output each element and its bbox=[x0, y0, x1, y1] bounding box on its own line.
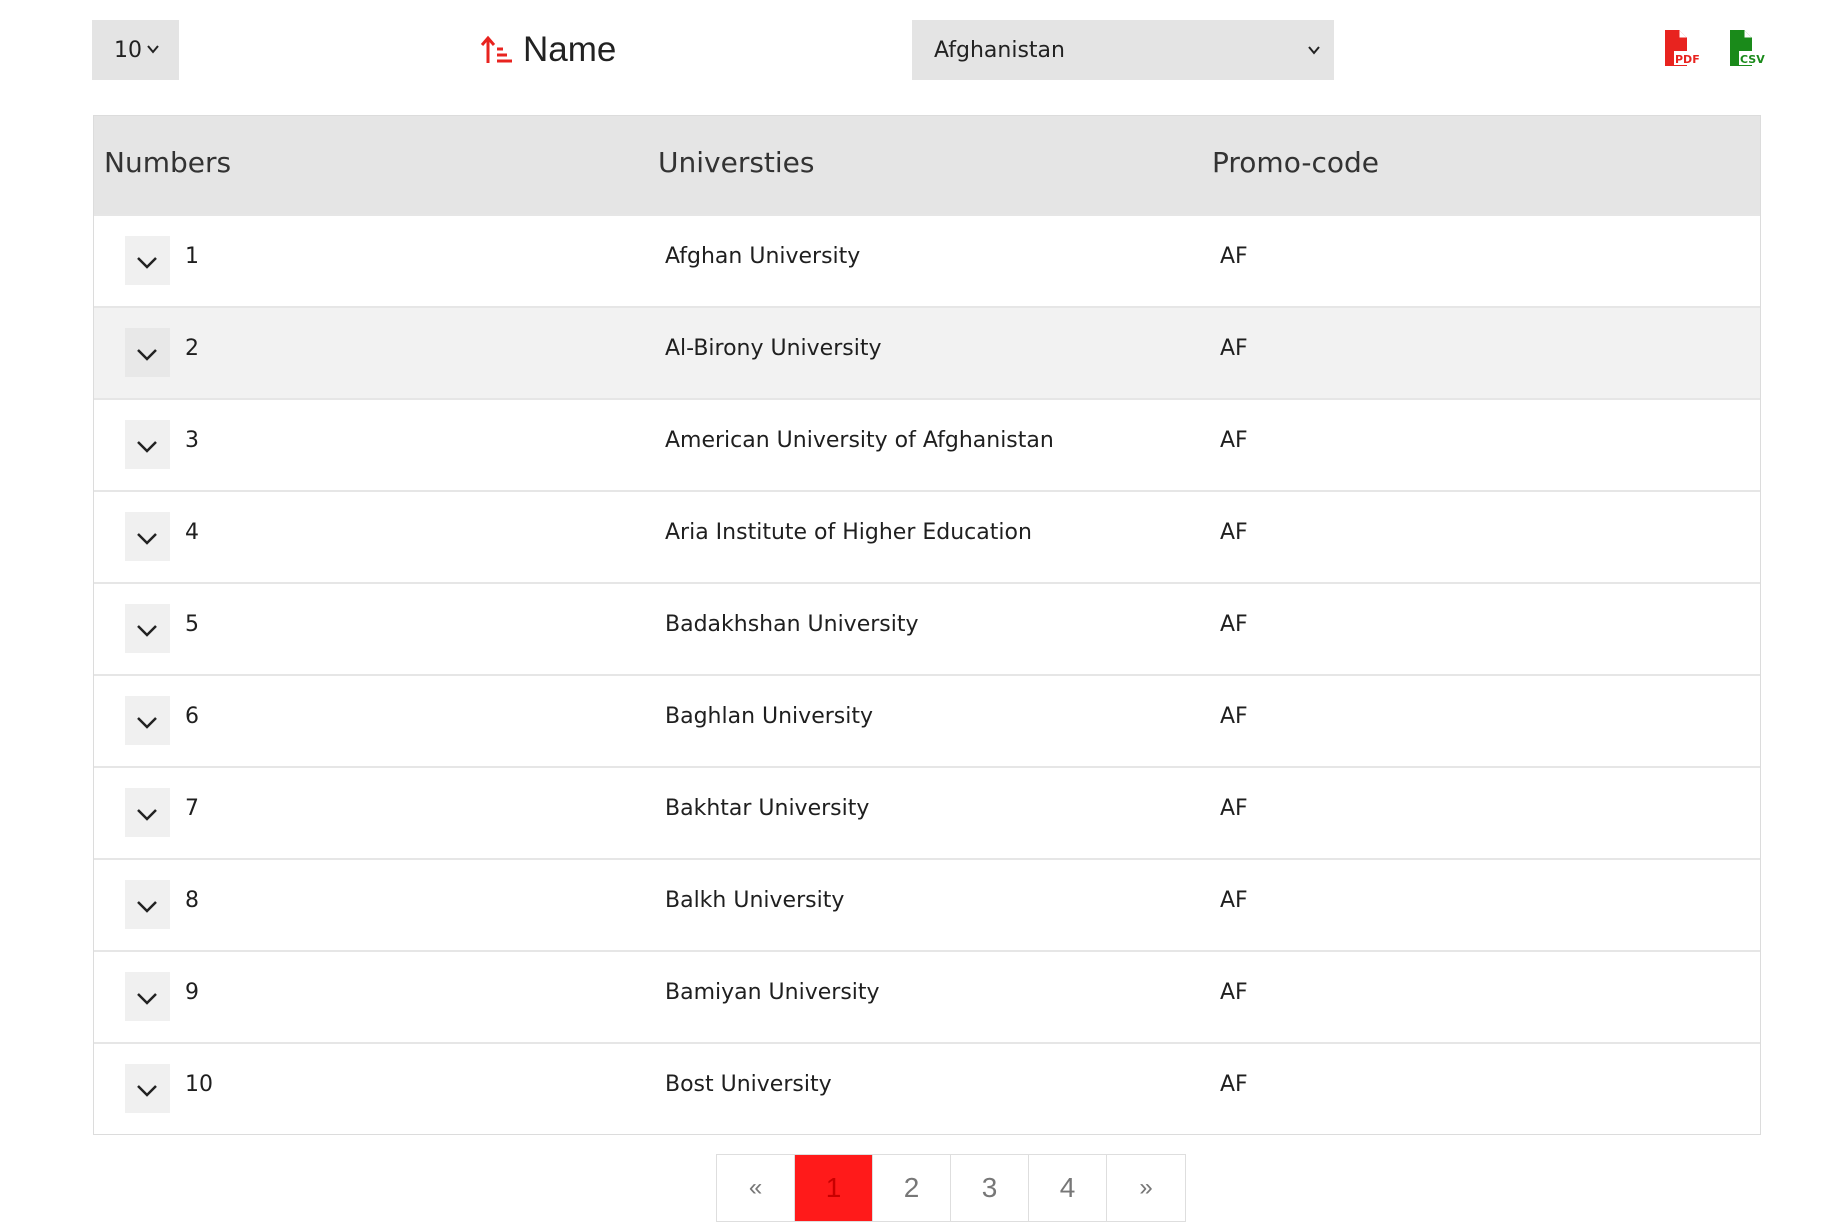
pagination-page-2[interactable]: 2 bbox=[873, 1155, 951, 1221]
table-row: 3 American University of Afghanistan AF bbox=[94, 398, 1760, 490]
chevron-down-icon bbox=[1308, 46, 1320, 55]
pdf-icon-label: PDF bbox=[1675, 53, 1700, 66]
column-header-universities[interactable]: Universties bbox=[658, 146, 815, 179]
chevron-down-icon bbox=[137, 809, 157, 821]
chevron-down-icon bbox=[137, 993, 157, 1005]
table-row: 8 Balkh University AF bbox=[94, 858, 1760, 950]
row-number: 7 bbox=[185, 796, 199, 821]
csv-file-icon: CSV bbox=[1730, 30, 1766, 66]
pagination-prev-button[interactable]: « bbox=[717, 1155, 795, 1221]
export-pdf-button[interactable]: PDF bbox=[1661, 28, 1701, 68]
promo-code: AF bbox=[1220, 520, 1248, 545]
expand-row-button[interactable] bbox=[125, 512, 170, 561]
expand-row-button[interactable] bbox=[125, 696, 170, 745]
expand-row-button[interactable] bbox=[125, 328, 170, 377]
pagination-page-3[interactable]: 3 bbox=[951, 1155, 1029, 1221]
expand-row-button[interactable] bbox=[125, 420, 170, 469]
export-csv-button[interactable]: CSV bbox=[1726, 28, 1766, 68]
university-name: Balkh University bbox=[665, 888, 845, 913]
pdf-file-icon: PDF bbox=[1665, 30, 1701, 66]
row-number: 2 bbox=[185, 336, 199, 361]
university-name: Badakhshan University bbox=[665, 612, 919, 637]
chevron-down-icon bbox=[137, 349, 157, 361]
chevron-down-icon bbox=[137, 257, 157, 269]
university-name: Bamiyan University bbox=[665, 980, 880, 1005]
column-header-promo-code[interactable]: Promo-code bbox=[1212, 146, 1379, 179]
university-name: American University of Afghanistan bbox=[665, 428, 1054, 453]
pagination-page-1[interactable]: 1 bbox=[795, 1155, 873, 1221]
chevron-down-icon bbox=[147, 45, 159, 54]
expand-row-button[interactable] bbox=[125, 880, 170, 929]
table-row: 2 Al-Birony University AF bbox=[94, 306, 1760, 398]
chevron-down-icon bbox=[137, 441, 157, 453]
row-number: 3 bbox=[185, 428, 199, 453]
university-name: Al-Birony University bbox=[665, 336, 882, 361]
chevron-down-icon bbox=[137, 717, 157, 729]
promo-code: AF bbox=[1220, 796, 1248, 821]
promo-code: AF bbox=[1220, 704, 1248, 729]
promo-code: AF bbox=[1220, 336, 1248, 361]
table-row: 4 Aria Institute of Higher Education AF bbox=[94, 490, 1760, 582]
table-row: 9 Bamiyan University AF bbox=[94, 950, 1760, 1042]
university-name: Aria Institute of Higher Education bbox=[665, 520, 1032, 545]
promo-code: AF bbox=[1220, 888, 1248, 913]
table-row: 7 Bakhtar University AF bbox=[94, 766, 1760, 858]
table-row: 1 Afghan University AF bbox=[94, 214, 1760, 306]
row-number: 9 bbox=[185, 980, 199, 1005]
university-name: Baghlan University bbox=[665, 704, 873, 729]
row-number: 4 bbox=[185, 520, 199, 545]
chevron-down-icon bbox=[137, 625, 157, 637]
expand-row-button[interactable] bbox=[125, 788, 170, 837]
pagination: « 1 2 3 4 » bbox=[716, 1154, 1186, 1222]
promo-code: AF bbox=[1220, 428, 1248, 453]
chevron-down-icon bbox=[137, 901, 157, 913]
university-name: Afghan University bbox=[665, 244, 861, 269]
expand-row-button[interactable] bbox=[125, 604, 170, 653]
promo-code: AF bbox=[1220, 244, 1248, 269]
sort-by-name-button[interactable]: Name bbox=[480, 24, 616, 76]
university-name: Bost University bbox=[665, 1072, 832, 1097]
pagination-next-button[interactable]: » bbox=[1107, 1155, 1185, 1221]
row-number: 5 bbox=[185, 612, 199, 637]
expand-row-button[interactable] bbox=[125, 236, 170, 285]
chevron-down-icon bbox=[137, 1085, 157, 1097]
table-header: Numbers Universties Promo-code bbox=[94, 116, 1760, 214]
page-size-select[interactable]: 10 bbox=[92, 20, 179, 80]
row-number: 10 bbox=[185, 1072, 213, 1097]
promo-code: AF bbox=[1220, 1072, 1248, 1097]
table-row: 5 Badakhshan University AF bbox=[94, 582, 1760, 674]
row-number: 1 bbox=[185, 244, 199, 269]
pagination-page-4[interactable]: 4 bbox=[1029, 1155, 1107, 1221]
sort-label: Name bbox=[523, 30, 617, 69]
country-select-value: Afghanistan bbox=[934, 37, 1065, 63]
csv-icon-label: CSV bbox=[1740, 53, 1765, 66]
chevron-down-icon bbox=[137, 533, 157, 545]
row-number: 8 bbox=[185, 888, 199, 913]
country-select[interactable]: Afghanistan bbox=[912, 20, 1334, 80]
university-name: Bakhtar University bbox=[665, 796, 870, 821]
expand-row-button[interactable] bbox=[125, 1064, 170, 1113]
table-row: 6 Baghlan University AF bbox=[94, 674, 1760, 766]
promo-code: AF bbox=[1220, 980, 1248, 1005]
page-size-value: 10 bbox=[114, 37, 142, 63]
column-header-numbers[interactable]: Numbers bbox=[104, 146, 231, 179]
expand-row-button[interactable] bbox=[125, 972, 170, 1021]
row-number: 6 bbox=[185, 704, 199, 729]
promo-code: AF bbox=[1220, 612, 1248, 637]
universities-table: Numbers Universties Promo-code 1 Afghan … bbox=[93, 115, 1761, 1135]
table-row: 10 Bost University AF bbox=[94, 1042, 1760, 1134]
toolbar: 10 Name Afghanistan PDF CSV bbox=[0, 0, 1848, 110]
sort-ascending-icon bbox=[480, 35, 512, 63]
